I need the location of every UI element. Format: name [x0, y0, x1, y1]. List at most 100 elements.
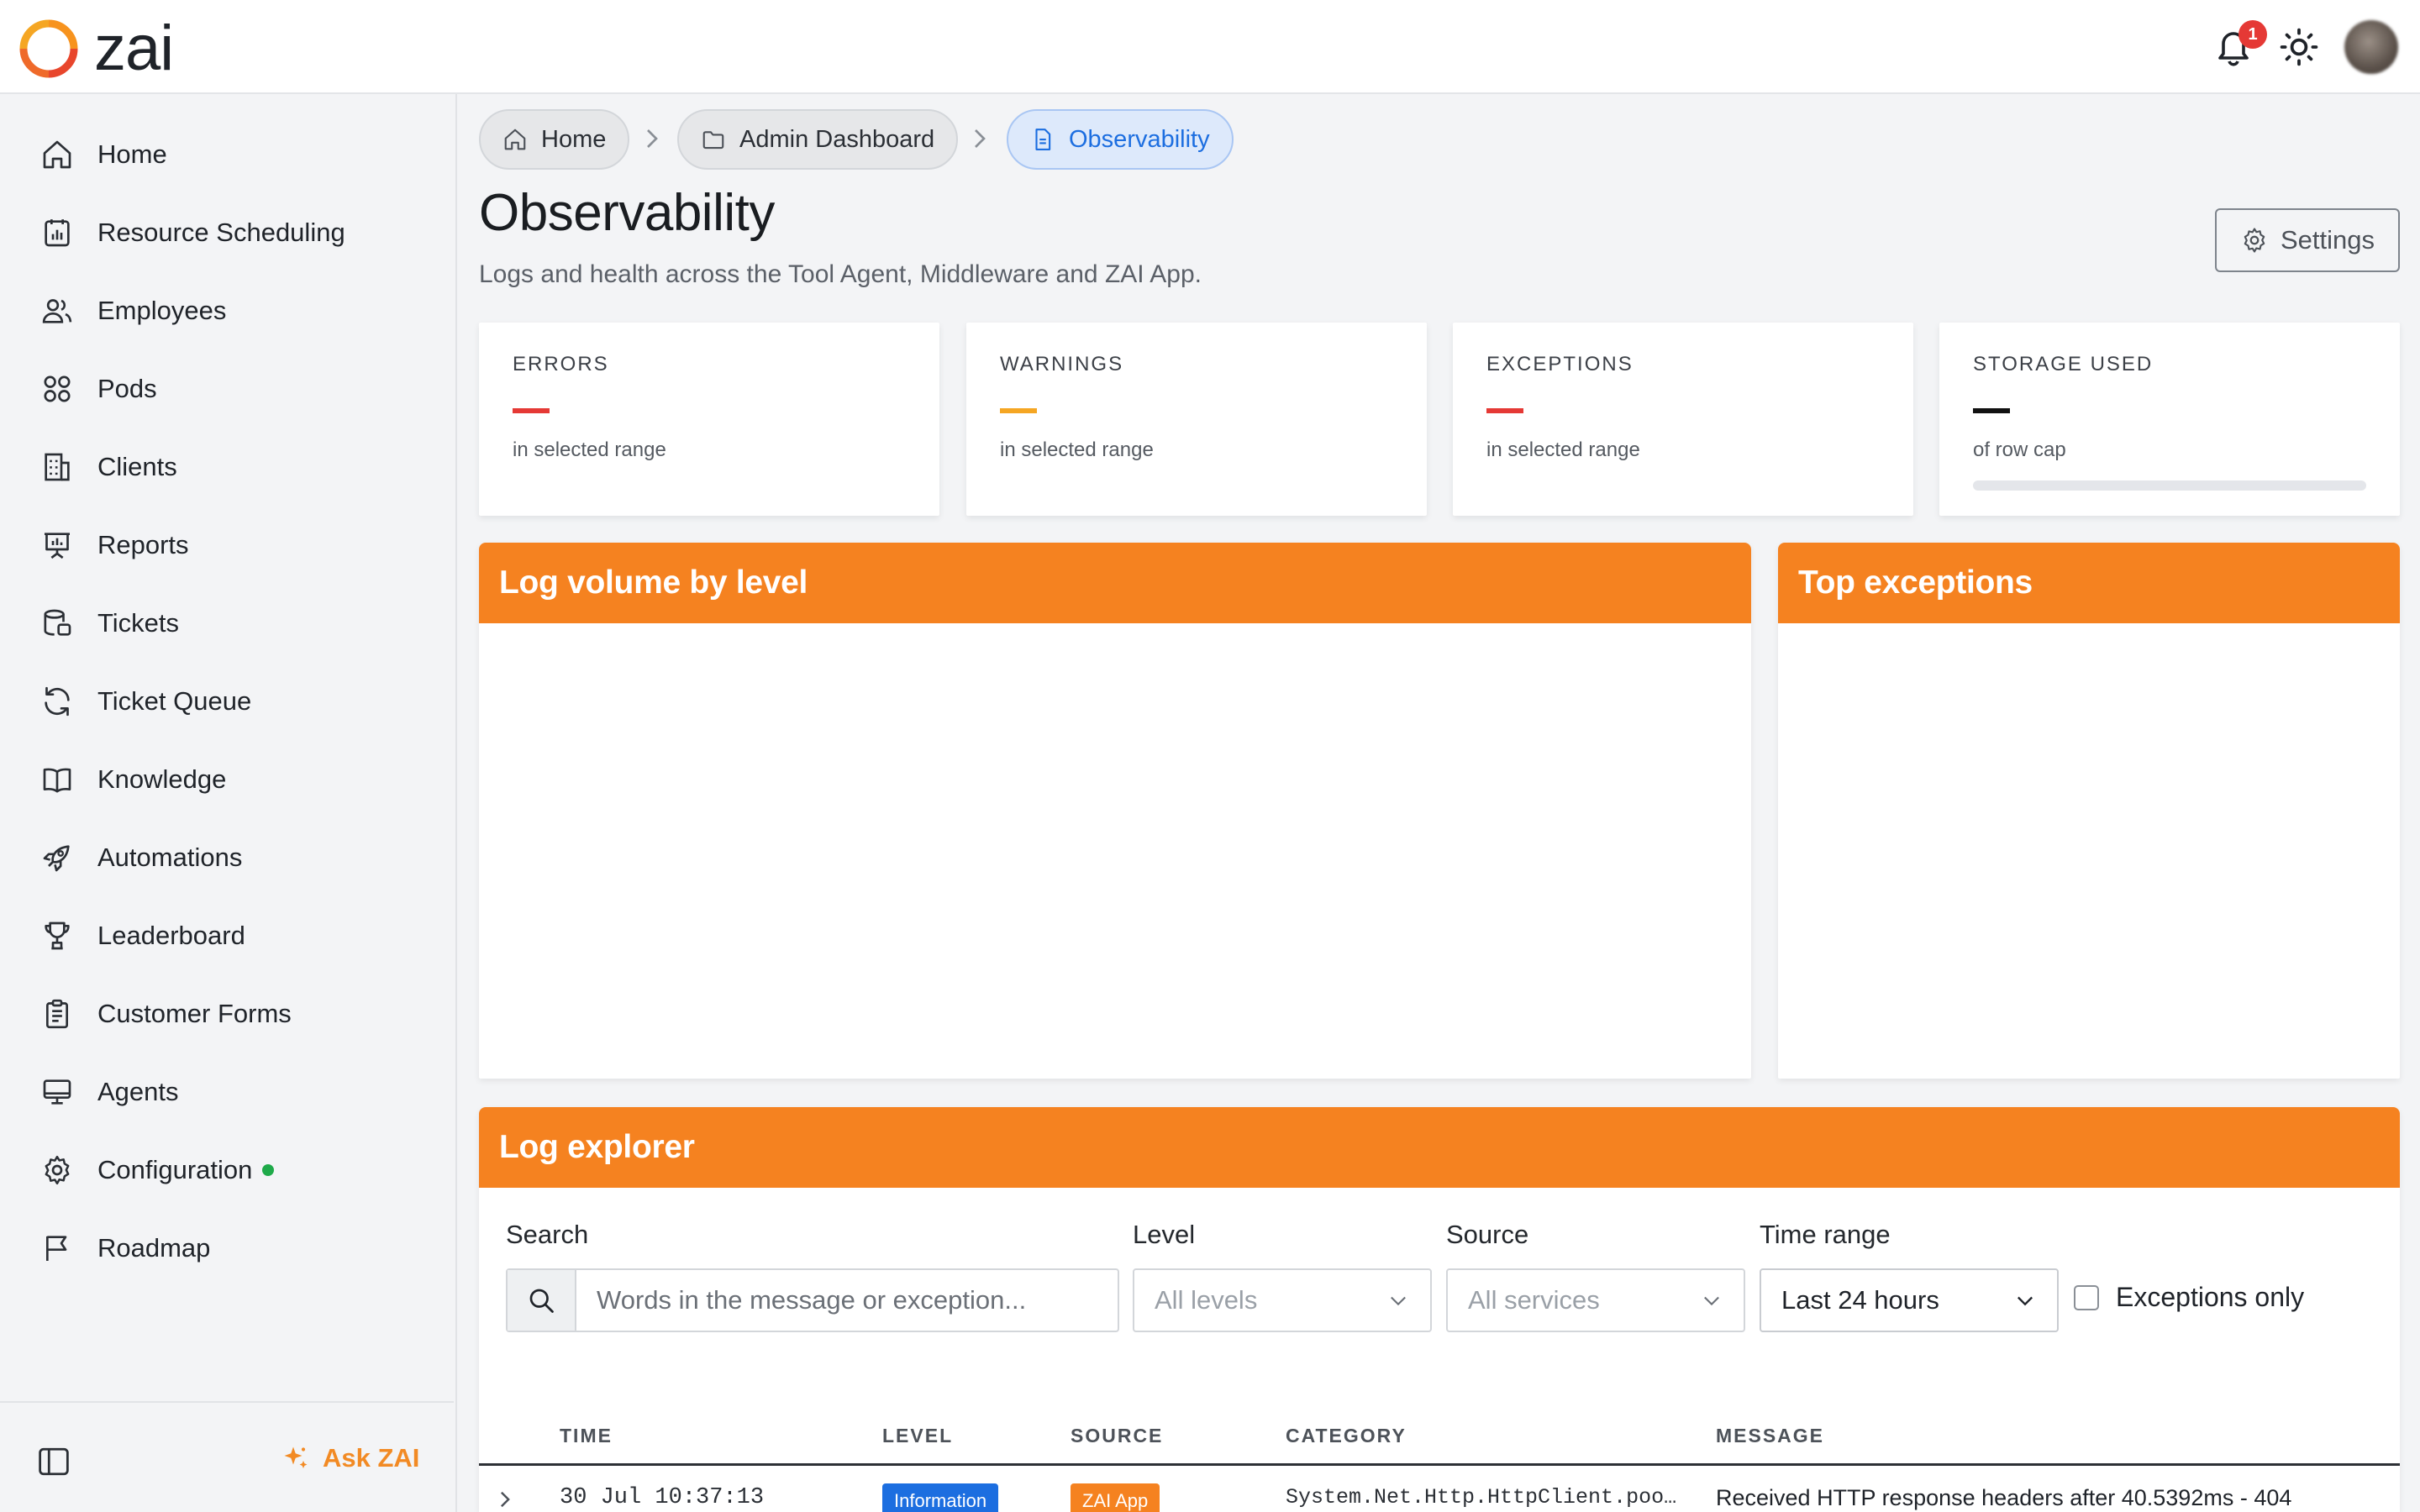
settings-button[interactable]: Settings	[2215, 208, 2400, 272]
stat-label: ERRORS	[513, 353, 609, 375]
sidebar-item-home[interactable]: Home	[0, 121, 454, 188]
search-label: Search	[506, 1220, 589, 1249]
cell-time: 30 Jul 10:37:13	[560, 1485, 765, 1510]
sidebar-item-leaderboard[interactable]: Leaderboard	[0, 902, 454, 969]
source-label: Source	[1446, 1220, 1529, 1249]
sidebar-item-automations[interactable]: Automations	[0, 824, 454, 891]
refresh-icon	[45, 686, 70, 717]
checkbox[interactable]	[2074, 1284, 2099, 1310]
status-dot	[262, 1164, 275, 1176]
book-icon	[43, 768, 71, 793]
stat-subtext: of row cap	[1973, 438, 2066, 461]
sidebar-item-label: Clients	[97, 452, 177, 481]
stat-label: EXCEPTIONS	[1486, 353, 1634, 375]
table-header-divider	[479, 1463, 2400, 1466]
building-icon	[45, 453, 70, 481]
sidebar-item-clients[interactable]: Clients	[0, 433, 454, 501]
stat-value-placeholder	[1000, 408, 1037, 413]
trophy-icon	[45, 921, 70, 950]
time-range-select[interactable]: Last 24 hours	[1760, 1268, 2059, 1332]
folder-icon	[702, 131, 724, 150]
stat-label: STORAGE USED	[1973, 353, 2154, 375]
sidebar-item-roadmap[interactable]: Roadmap	[0, 1215, 454, 1282]
notification-badge: 1	[2238, 20, 2267, 49]
source-select[interactable]: All services	[1446, 1268, 1745, 1332]
sidebar-item-configuration[interactable]: Configuration	[0, 1137, 454, 1204]
sidebar-item-label: Agents	[97, 1077, 179, 1106]
breadcrumb-label: Observability	[1069, 125, 1210, 153]
column-header-level[interactable]: LEVEL	[882, 1425, 953, 1447]
search-input[interactable]	[576, 1270, 1118, 1331]
avatar[interactable]	[2344, 20, 2398, 74]
breadcrumb-admin-dashboard[interactable]: Admin Dashboard	[677, 109, 959, 170]
stat-subtext: in selected range	[513, 438, 666, 461]
database-ticket-icon	[44, 609, 71, 636]
level-select[interactable]: All levels	[1133, 1268, 1432, 1332]
sidebar-toggle-icon[interactable]	[37, 1446, 71, 1477]
sidebar-item-label: Roadmap	[97, 1233, 211, 1263]
logo-ring-icon	[19, 19, 78, 78]
breadcrumb-home[interactable]: Home	[479, 109, 630, 170]
sidebar-item-label: Leaderboard	[97, 921, 245, 950]
sidebar: Home Resource Scheduling Employees Pods …	[0, 94, 457, 1512]
page-title: Observability	[479, 184, 775, 242]
sidebar-item-resource-scheduling[interactable]: Resource Scheduling	[0, 199, 454, 266]
chevron-down-icon	[1391, 1296, 1406, 1306]
storage-progress-bar	[1973, 480, 2366, 491]
sidebar-item-label: Configuration	[97, 1155, 253, 1184]
chevron-right-icon[interactable]	[496, 1488, 514, 1510]
sidebar-item-label: Knowledge	[97, 764, 227, 794]
settings-label: Settings	[2280, 225, 2375, 255]
sidebar-item-knowledge[interactable]: Knowledge	[0, 746, 454, 813]
search-icon-box	[508, 1270, 576, 1331]
sidebar-footer: Ask ZAI	[0, 1401, 454, 1512]
panel-title: Top exceptions	[1778, 543, 2400, 623]
stat-card-exceptions: EXCEPTIONS in selected range	[1453, 323, 1913, 516]
level-label: Level	[1133, 1220, 1196, 1249]
calendar-chart-icon	[45, 219, 70, 247]
stat-card-warnings: WARNINGS in selected range	[966, 323, 1427, 516]
top-bar: zai 1	[0, 0, 2420, 94]
sidebar-item-customer-forms[interactable]: Customer Forms	[0, 980, 454, 1047]
sidebar-item-label: Employees	[97, 296, 227, 325]
panel-title: Log volume by level	[479, 543, 1751, 623]
rocket-icon	[43, 845, 70, 872]
stat-label: WARNINGS	[1000, 353, 1124, 375]
log-volume-panel: Log volume by level	[479, 543, 1751, 1079]
page-subtitle: Logs and health across the Tool Agent, M…	[479, 260, 1202, 288]
column-header-message[interactable]: MESSAGE	[1716, 1425, 1824, 1447]
top-exceptions-panel: Top exceptions	[1778, 543, 2400, 1079]
level-select-value: All levels	[1155, 1285, 1258, 1315]
cell-message: Received HTTP response headers after 40.…	[1716, 1485, 2292, 1510]
exceptions-only-label: Exceptions only	[2116, 1282, 2305, 1312]
sidebar-item-employees[interactable]: Employees	[0, 277, 454, 344]
column-header-category[interactable]: CATEGORY	[1286, 1425, 1407, 1447]
breadcrumb-label: Home	[541, 125, 607, 153]
exceptions-only-checkbox[interactable]: Exceptions only	[2074, 1282, 2304, 1313]
sidebar-item-label: Customer Forms	[97, 999, 292, 1028]
ask-zai-button[interactable]: Ask ZAI	[281, 1443, 419, 1473]
logo[interactable]: zai	[18, 17, 174, 81]
breadcrumb-label: Admin Dashboard	[739, 125, 935, 153]
search-field[interactable]	[506, 1268, 1119, 1332]
gear-icon	[45, 1155, 70, 1185]
source-badge: ZAI App	[1071, 1483, 1160, 1512]
column-header-time[interactable]: TIME	[560, 1425, 613, 1447]
stat-value-placeholder	[513, 408, 550, 413]
presentation-chart-icon	[45, 533, 70, 559]
sidebar-item-tickets[interactable]: Tickets	[0, 590, 454, 657]
time-range-label: Time range	[1760, 1220, 1891, 1249]
search-icon	[529, 1289, 554, 1313]
sidebar-item-agents[interactable]: Agents	[0, 1058, 454, 1126]
sidebar-item-pods[interactable]: Pods	[0, 355, 454, 423]
sun-icon[interactable]	[2279, 27, 2319, 67]
column-header-source[interactable]: SOURCE	[1071, 1425, 1163, 1447]
breadcrumb-observability[interactable]: Observability	[1007, 109, 1234, 170]
sidebar-item-reports[interactable]: Reports	[0, 512, 454, 579]
clipboard-icon	[46, 999, 68, 1029]
stat-value-placeholder	[1486, 408, 1523, 413]
sidebar-item-ticket-queue[interactable]: Ticket Queue	[0, 668, 454, 735]
home-icon	[43, 140, 71, 169]
sidebar-item-label: Home	[97, 139, 167, 169]
home-icon	[504, 129, 526, 150]
